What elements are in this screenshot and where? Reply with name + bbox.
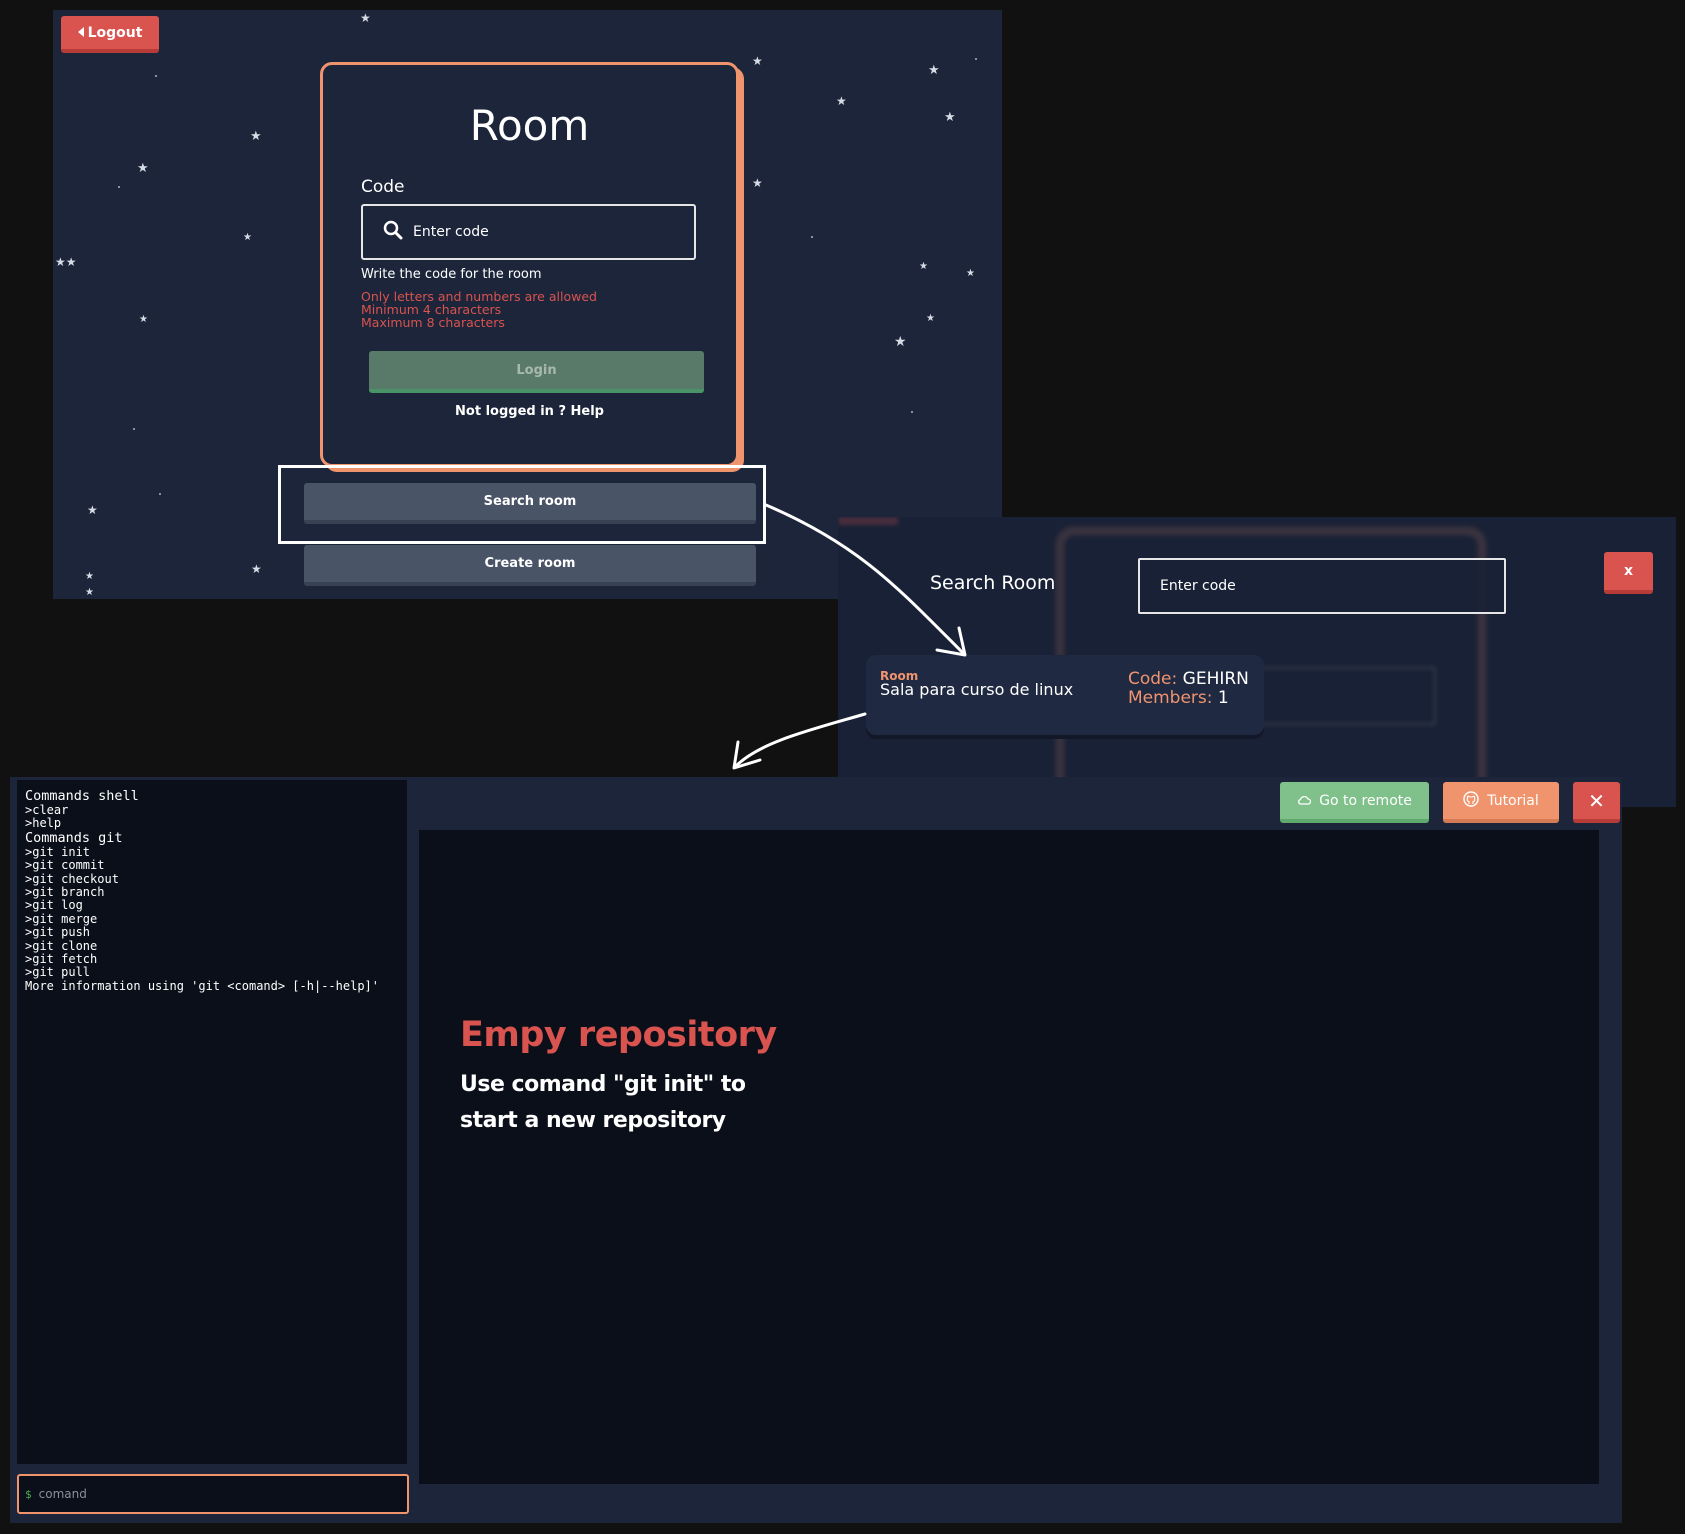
command-terminal-output: Commands shell >clear >help Commands git >gi… (17, 780, 407, 1464)
star-decoration: ★★ (55, 255, 77, 269)
repository-graph-area (419, 830, 1599, 1484)
room-members-label: Members: (1128, 688, 1213, 708)
arrow-head (732, 740, 762, 770)
git-simulator-screen: Commands shell >clear >help Commands git >gi… (10, 777, 1622, 1523)
room-members-value: 1 (1217, 688, 1229, 708)
search-room-modal: Search Room Enter code x Room Sala para … (838, 517, 1676, 807)
terminal-line: >git clone (25, 938, 98, 953)
login-room-screen: ★ ★ ★ ★ ★ ★ ★ ★ ★ ★★ ★ ★ ★ ★ ★ ★ ★ ★ ★ L… (53, 10, 1002, 599)
terminal-line: >git branch (25, 885, 105, 900)
code-input-placeholder: Enter code (413, 224, 489, 240)
star-dot (155, 75, 157, 77)
room-members: Members: 1 (1128, 688, 1229, 708)
terminal-line: >git push (25, 925, 91, 940)
code-help-text: Write the code for the room (361, 267, 542, 282)
star-decoration: ★ (85, 571, 94, 582)
cloud-icon (1297, 793, 1312, 809)
star-decoration: ★ (966, 268, 975, 279)
login-button[interactable]: Login (369, 351, 704, 393)
validation-error: Maximum 8 characters (361, 315, 505, 330)
star-dot (811, 236, 813, 238)
logout-button[interactable]: Logout (61, 16, 159, 53)
page-title: Room (469, 101, 590, 150)
annotation-highlight-box (278, 465, 766, 544)
room-code: Code: GEHIRN (1128, 669, 1249, 689)
terminal-line: >git merge (25, 911, 98, 926)
terminal-line: >git fetch (25, 952, 98, 967)
room-result-card[interactable]: Room Sala para curso de linux Code: GEHI… (866, 655, 1264, 735)
empty-repository-hint: Use comand "git init" to start a new rep… (460, 1072, 746, 1133)
star-decoration: ★ (752, 176, 763, 190)
star-decoration: ★ (250, 129, 262, 144)
close-modal-button[interactable]: x (1604, 552, 1653, 594)
room-name: Sala para curso de linux (880, 680, 1074, 699)
star-decoration: ★ (139, 314, 148, 325)
star-decoration: ★ (944, 110, 956, 125)
terminal-line: More information using 'git <comand> [-h… (25, 978, 380, 993)
tutorial-button[interactable]: Tutorial (1443, 782, 1559, 823)
star-dot (133, 428, 135, 430)
prompt-symbol: $ (25, 1487, 32, 1501)
create-room-button[interactable]: Create room (304, 545, 756, 586)
star-decoration: ★ (243, 232, 252, 243)
room-code-value: GEHIRN (1182, 669, 1249, 689)
star-decoration: ★ (137, 161, 149, 176)
search-code-input[interactable]: Enter code (1138, 558, 1506, 614)
terminal-line: Commands git (25, 829, 123, 846)
terminal-line: Commands shell (25, 788, 139, 804)
terminal-line: >git commit (25, 858, 105, 873)
github-icon (1463, 790, 1479, 811)
not-logged-help-link[interactable]: Not logged in ? Help (323, 404, 736, 419)
star-decoration: ★ (894, 334, 907, 350)
star-decoration: ★ (928, 63, 940, 78)
star-decoration: ★ (752, 54, 763, 68)
go-to-remote-button[interactable]: Go to remote (1280, 782, 1429, 823)
blurred-button (838, 517, 898, 525)
command-input[interactable]: $ comand (17, 1474, 409, 1514)
room-login-card: Room Code Enter code Write the code for … (320, 62, 739, 467)
terminal-line: >git pull (25, 965, 91, 980)
go-to-remote-label: Go to remote (1319, 792, 1412, 809)
star-dot (975, 58, 977, 60)
terminal-line: >git init (25, 844, 91, 859)
star-decoration: ★ (360, 11, 371, 25)
chevron-left-icon (77, 25, 85, 41)
search-room-title: Search Room (930, 572, 1056, 594)
star-decoration: ★ (87, 503, 98, 517)
search-icon (383, 220, 403, 244)
star-decoration: ★ (926, 313, 935, 324)
star-decoration: ★ (919, 261, 928, 272)
empty-repository-title: Empy repository (460, 1015, 777, 1055)
logout-label: Logout (87, 24, 143, 41)
command-placeholder: comand (38, 1487, 87, 1501)
code-label: Code (361, 177, 405, 197)
star-dot (159, 493, 161, 495)
terminal-line: >git log (25, 898, 83, 913)
star-decoration: ★ (251, 562, 262, 576)
star-decoration: ★ (85, 587, 94, 598)
room-code-label: Code: (1128, 669, 1178, 689)
star-decoration: ★ (836, 94, 847, 108)
terminal-line: >clear (25, 803, 69, 817)
star-dot (118, 186, 120, 188)
tutorial-label: Tutorial (1487, 792, 1539, 809)
terminal-line: >help (25, 816, 62, 831)
code-input[interactable]: Enter code (361, 204, 696, 260)
close-simulator-button[interactable]: ✕ (1573, 782, 1620, 823)
star-dot (911, 411, 913, 413)
terminal-line: >git checkout (25, 871, 119, 886)
